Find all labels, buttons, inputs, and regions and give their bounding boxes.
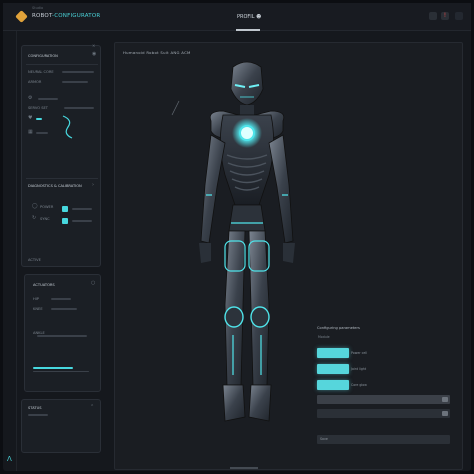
- slider-servo-set[interactable]: [64, 107, 94, 109]
- section-title-configuration: CONFIGURATION: [28, 54, 58, 58]
- left-knee: [224, 306, 244, 328]
- section-title-diagnostics: DIAGNOSTICS & CALIBRATION: [28, 184, 82, 188]
- left-foot: [222, 384, 246, 422]
- robot-viewport[interactable]: Humanoid Robot Suit ANG ACM Configuring …: [114, 42, 463, 470]
- power-toggle[interactable]: [62, 206, 68, 212]
- right-knee: [250, 306, 270, 328]
- tab-profile[interactable]: PROFIL ☻: [237, 14, 261, 20]
- swatch-label-power: Power cell: [351, 351, 368, 355]
- limb-preview-icon: [62, 115, 73, 139]
- right-foot: [248, 384, 272, 422]
- sync-icon[interactable]: ↻: [32, 216, 36, 221]
- menu-button[interactable]: [455, 12, 463, 20]
- top-bar: Studio ROBOT-CONFIGURATOR PROFIL ☻ !: [3, 3, 471, 31]
- alert-icon: !: [443, 12, 447, 19]
- metric-bar: [36, 132, 48, 134]
- slider-knee[interactable]: [51, 308, 77, 310]
- right-arm: [268, 134, 294, 244]
- color-swatch-core[interactable]: [317, 380, 349, 390]
- divider: [26, 64, 98, 65]
- settings-dial-icon[interactable]: ○: [91, 281, 95, 286]
- left-rail: Λ: [3, 31, 17, 471]
- row-label-armor: ARMOR: [28, 80, 42, 84]
- spec-subtitle: Module: [318, 335, 330, 339]
- status-bar: [28, 414, 48, 416]
- notification-button[interactable]: !: [441, 12, 449, 20]
- settings-button[interactable]: [429, 12, 437, 20]
- card-title-status: STATUS: [28, 406, 42, 410]
- right-hand: [283, 243, 295, 263]
- eye-icon[interactable]: ◉: [92, 52, 96, 57]
- robot-neck: [240, 105, 254, 115]
- app-tagline: Studio: [32, 6, 44, 10]
- left-hand: [199, 243, 211, 263]
- configuration-panel: CONFIGURATION ◉ × NEURAL CORE ARMOR ⚙ SE…: [21, 44, 101, 267]
- app-title-main: ROBOT: [32, 13, 53, 19]
- left-arm: [200, 134, 226, 244]
- logo-icon: [15, 10, 28, 23]
- app-title: ROBOT-CONFIGURATOR: [32, 13, 100, 19]
- user-icon: ☻: [256, 14, 262, 20]
- power-icon[interactable]: ◯: [32, 204, 38, 209]
- chest-core: [239, 125, 255, 141]
- slider-neural-core[interactable]: [62, 71, 94, 73]
- chevron-icon[interactable]: ›: [92, 183, 94, 188]
- heart-icon: ♥: [28, 115, 33, 121]
- power-bar: [72, 208, 92, 210]
- color-swatch-power[interactable]: [317, 348, 349, 358]
- row-label-hip: HIP: [33, 297, 39, 301]
- swatch-label-core: Core glow: [351, 383, 367, 387]
- row-label-servo-set: SERVO SET: [28, 106, 48, 110]
- field-action-button[interactable]: [442, 411, 448, 416]
- sync-toggle[interactable]: [62, 218, 68, 224]
- robot-figure[interactable]: [167, 55, 327, 460]
- app-window: Studio ROBOT-CONFIGURATOR PROFIL ☻ ! Λ C…: [3, 3, 471, 471]
- row-label-power: POWER: [40, 205, 54, 209]
- card-title-actuators: ACTUATORS: [33, 283, 55, 287]
- spec-title: Configuring parameters: [317, 326, 360, 330]
- health-indicator: [36, 118, 42, 120]
- slider-ankle[interactable]: [37, 335, 87, 337]
- color-swatch-joint[interactable]: [317, 364, 349, 374]
- row-label-neural-core: NEURAL CORE: [28, 70, 54, 74]
- robot-head: [230, 61, 264, 106]
- resize-handle[interactable]: [230, 467, 258, 469]
- divider: [26, 178, 98, 179]
- chart-icon: ▦: [28, 129, 33, 135]
- swatch-label-joint: Joint light: [351, 367, 367, 371]
- slider-armor[interactable]: [62, 81, 88, 83]
- save-button[interactable]: Save: [317, 435, 450, 444]
- parameter-field-2[interactable]: [317, 409, 450, 418]
- slider-hip[interactable]: [51, 298, 71, 300]
- slider-settings[interactable]: [38, 98, 58, 100]
- limb-curve: [62, 115, 73, 139]
- status-card: STATUS ⌃: [21, 399, 101, 453]
- tab-profile-label: PROFIL: [237, 14, 255, 20]
- field-action-button[interactable]: [442, 397, 448, 402]
- footer-label: ACTIVE: [28, 258, 41, 262]
- active-tab-indicator: [236, 29, 260, 31]
- progress-fill: [33, 367, 73, 369]
- progress-track: [33, 371, 89, 372]
- parameter-field-1[interactable]: [317, 395, 450, 404]
- actuators-card: ACTUATORS ○ HIP KNEE ANKLE: [24, 274, 101, 392]
- robot-waist: [228, 204, 266, 232]
- save-button-label: Save: [320, 437, 328, 441]
- sync-bar: [72, 220, 92, 222]
- home-icon[interactable]: Λ: [7, 455, 12, 463]
- close-icon[interactable]: ×: [92, 44, 95, 48]
- settings-icon[interactable]: ⚙: [28, 96, 32, 101]
- app-title-accent: -CONFIGURATOR: [52, 13, 101, 19]
- chevron-down-icon[interactable]: ⌃: [90, 405, 94, 410]
- row-label-sync: SYNC: [40, 217, 50, 221]
- row-label-knee: KNEE: [33, 307, 43, 311]
